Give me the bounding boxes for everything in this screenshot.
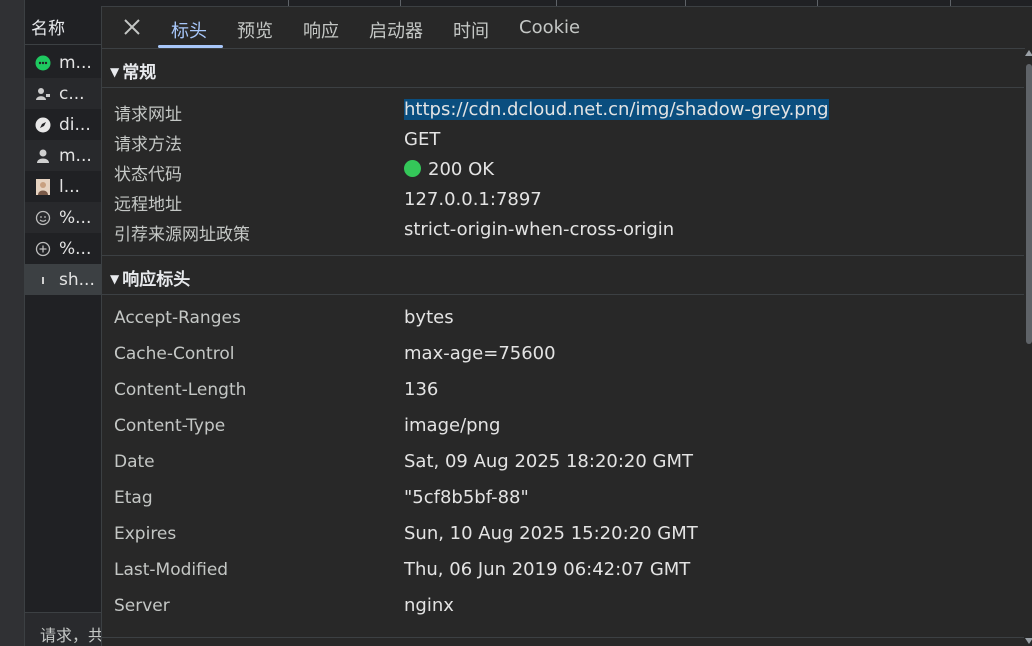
request-summary: 请求，共 (25, 612, 101, 646)
tab-response[interactable]: 响应 (303, 7, 339, 48)
general-row: 请求方法 GET (102, 127, 1024, 157)
smiley-icon (35, 210, 51, 226)
header-name: Content-Length (114, 380, 247, 400)
close-details-button[interactable] (120, 15, 144, 39)
status-code-text: 200 OK (428, 159, 495, 180)
status-ok-icon (404, 160, 421, 177)
request-row[interactable]: di... (25, 109, 101, 140)
header-name: Etag (114, 488, 153, 508)
request-row[interactable]: %... (25, 233, 101, 264)
user-tie-icon (35, 86, 51, 102)
request-row-label: di... (59, 114, 91, 135)
header-value[interactable]: bytes (404, 307, 454, 328)
response-headers-section: ▼ 响应标头 (102, 256, 1024, 295)
response-header-row: Etag "5cf8b5bf-88" (102, 485, 1024, 515)
referrer-policy-value[interactable]: strict-origin-when-cross-origin (404, 219, 674, 240)
devtools-network-panel: 名称 m... c... di... m... l... %... %... s… (0, 0, 1032, 646)
request-row-label: l... (59, 176, 80, 197)
photo-thumbnail-icon (35, 178, 51, 195)
compass-icon (35, 117, 51, 133)
tab-headers[interactable]: 标头 (171, 7, 207, 48)
request-method-key: 请求方法 (114, 135, 182, 155)
request-row[interactable]: %... (25, 202, 101, 233)
referrer-policy-key: 引荐来源网址政策 (114, 225, 250, 245)
response-header-row: Cache-Control max-age=75600 (102, 341, 1024, 371)
status-code-value[interactable]: 200 OK (404, 159, 494, 180)
response-header-row: Last-Modified Thu, 06 Jun 2019 06:42:07 … (102, 557, 1024, 587)
scroll-thumb[interactable] (1026, 64, 1032, 344)
status-code-key: 状态代码 (114, 165, 182, 185)
request-list: 名称 m... c... di... m... l... %... %... s… (25, 0, 101, 646)
plus-circle-icon (35, 241, 51, 257)
header-value[interactable]: "5cf8b5bf-88" (404, 487, 529, 508)
response-header-row: Content-Length 136 (102, 377, 1024, 407)
header-value[interactable]: Sat, 09 Aug 2025 18:20:20 GMT (404, 451, 693, 472)
scroll-up-icon[interactable] (1025, 50, 1032, 56)
request-row-label: %... (59, 238, 92, 259)
request-row-label: c... (59, 83, 85, 104)
request-url-key: 请求网址 (114, 105, 182, 125)
caret-down-icon: ▼ (110, 272, 120, 286)
response-headers-title: 响应标头 (122, 270, 191, 290)
header-name: Accept-Ranges (114, 308, 241, 328)
header-name: Last-Modified (114, 560, 229, 580)
header-value[interactable]: max-age=75600 (404, 343, 556, 364)
general-row: 远程地址 127.0.0.1:7897 (102, 187, 1024, 217)
response-header-row: Content-Type image/png (102, 413, 1024, 443)
request-row[interactable]: m... (25, 47, 101, 78)
general-section-title: 常规 (122, 63, 157, 83)
request-row[interactable]: m... (25, 140, 101, 171)
general-section-toggle[interactable]: ▼ 常规 (102, 49, 1024, 88)
request-row[interactable]: c... (25, 78, 101, 109)
header-value[interactable]: image/png (404, 415, 500, 436)
person-icon (35, 148, 51, 164)
header-value[interactable]: nginx (404, 595, 454, 616)
tab-timing[interactable]: 时间 (453, 7, 489, 48)
details-scrollbar[interactable] (1025, 48, 1032, 646)
request-row-label: %... (59, 207, 92, 228)
header-name: Cache-Control (114, 344, 235, 364)
request-row-label: sh... (59, 269, 95, 290)
left-gutter (0, 0, 24, 646)
caret-down-icon: ▼ (110, 65, 120, 79)
image-sliver-icon (35, 272, 51, 288)
remote-address-key: 远程地址 (114, 195, 182, 215)
response-header-row: Server nginx (102, 593, 1024, 623)
general-row: 请求网址 https://cdn.dcloud.net.cn/img/shado… (102, 97, 1024, 127)
tab-preview[interactable]: 预览 (237, 7, 273, 48)
request-row[interactable]: l... (25, 171, 101, 202)
header-name: Server (114, 596, 170, 616)
header-name: Expires (114, 524, 177, 544)
header-name: Content-Type (114, 416, 226, 436)
message-icon (35, 55, 51, 71)
request-url-value[interactable]: https://cdn.dcloud.net.cn/img/shadow-gre… (404, 99, 829, 120)
scroll-down-icon[interactable] (1025, 638, 1032, 644)
header-name: Date (114, 452, 155, 472)
close-icon (124, 19, 140, 35)
response-header-row: Expires Sun, 10 Aug 2025 15:20:20 GMT (102, 521, 1024, 551)
header-value[interactable]: Thu, 06 Jun 2019 06:42:07 GMT (404, 559, 690, 580)
active-tab-indicator (158, 45, 223, 48)
response-headers-toggle[interactable]: ▼ 响应标头 (102, 256, 1024, 295)
request-method-value[interactable]: GET (404, 129, 440, 150)
request-details-panel: 标头 预览 响应 启动器 时间 Cookie ▼ 常规 请求网址 https://… (101, 6, 1032, 646)
tab-initiator[interactable]: 启动器 (369, 7, 423, 48)
response-header-row: Date Sat, 09 Aug 2025 18:20:20 GMT (102, 449, 1024, 479)
details-tabbar: 标头 预览 响应 启动器 时间 Cookie (102, 7, 1032, 49)
request-row-label: m... (59, 52, 92, 73)
response-header-row: Accept-Ranges bytes (102, 305, 1024, 335)
request-row-selected[interactable]: sh... (25, 264, 101, 295)
tab-cookies[interactable]: Cookie (519, 7, 580, 48)
general-row: 状态代码 200 OK (102, 157, 1024, 187)
header-value[interactable]: Sun, 10 Aug 2025 15:20:20 GMT (404, 523, 698, 544)
general-row: 引荐来源网址政策 strict-origin-when-cross-origin (102, 217, 1024, 247)
request-row-label: m... (59, 145, 92, 166)
request-list-header[interactable]: 名称 (25, 0, 101, 45)
section-divider (102, 637, 1024, 638)
remote-address-value[interactable]: 127.0.0.1:7897 (404, 189, 542, 210)
header-value[interactable]: 136 (404, 379, 438, 400)
general-section: ▼ 常规 (102, 49, 1024, 88)
